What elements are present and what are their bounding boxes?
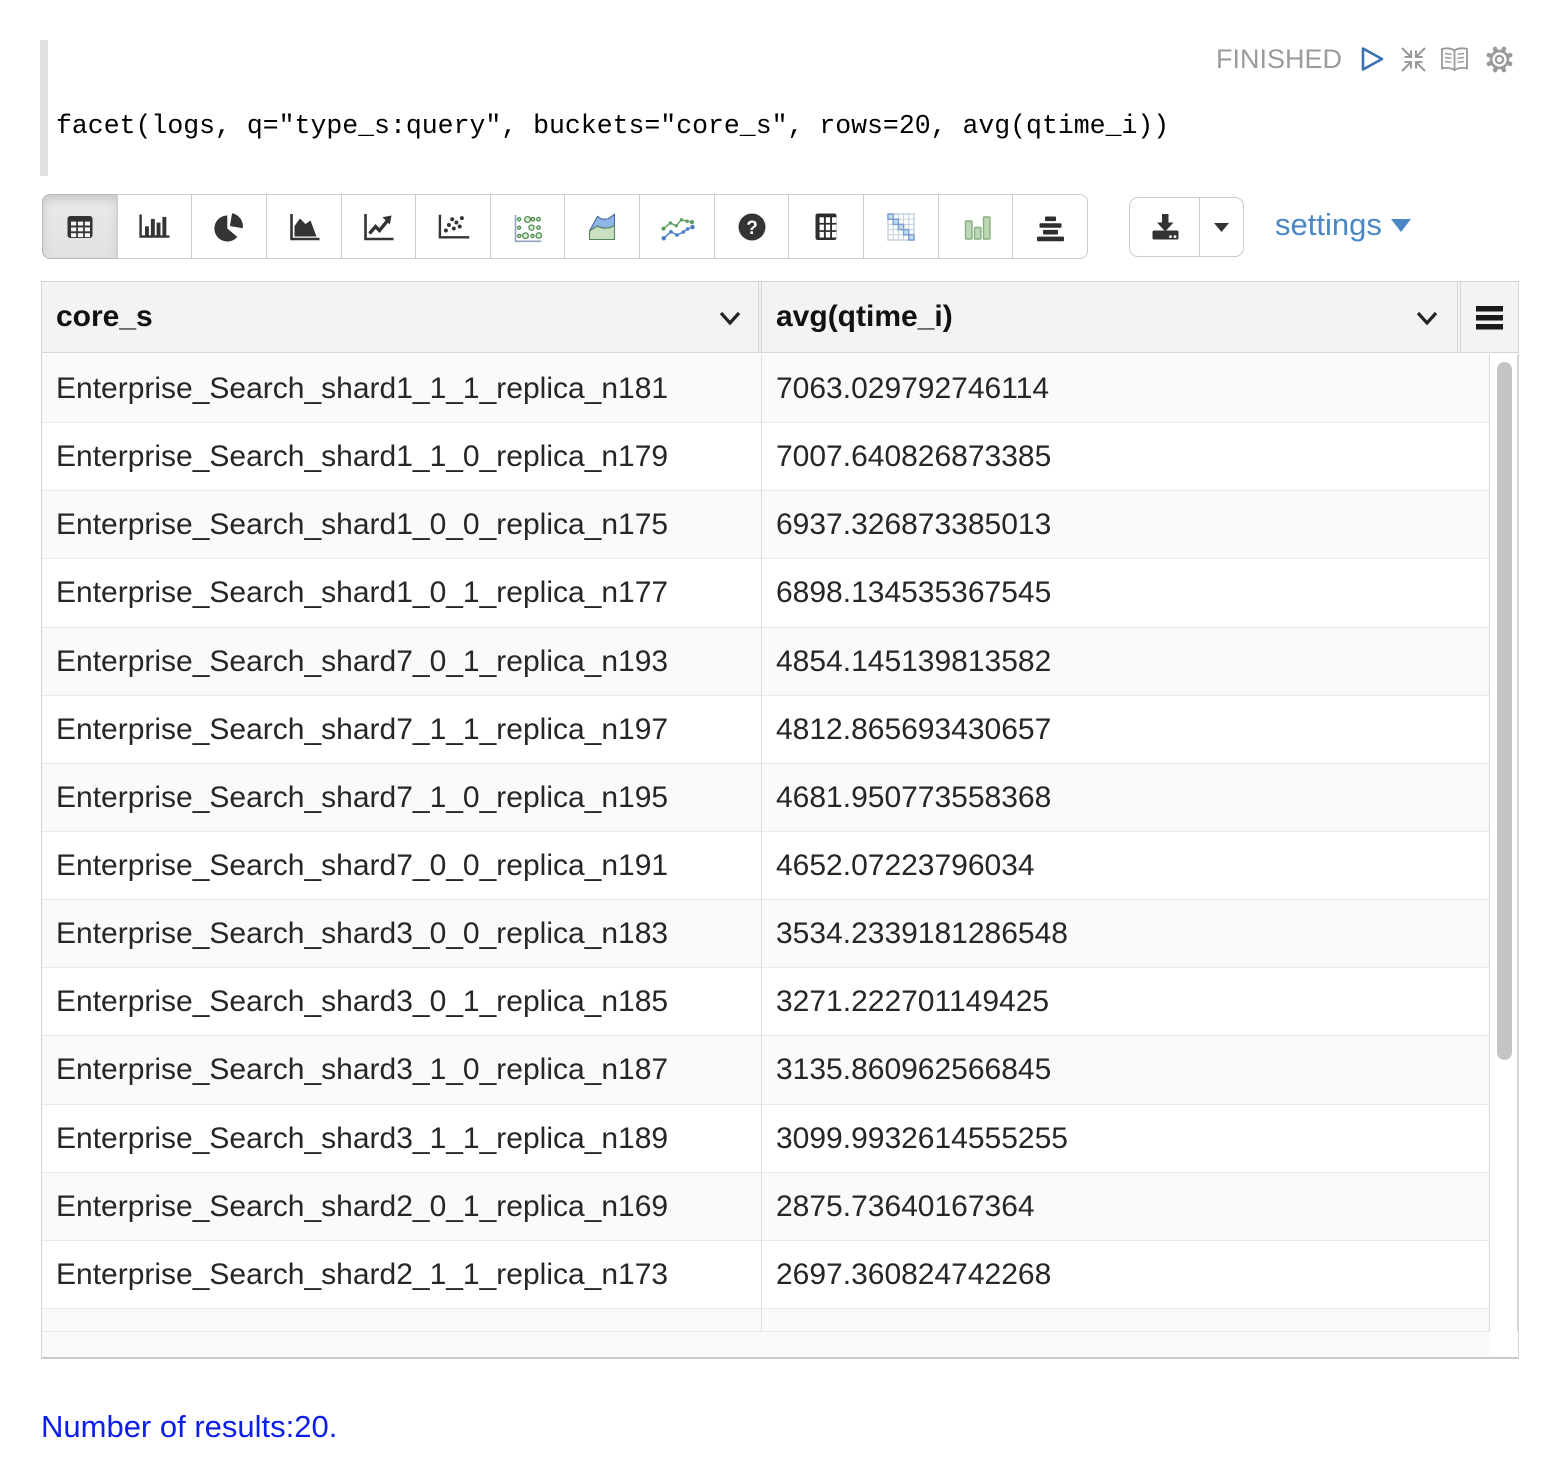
svg-text:?: ? [746, 218, 758, 239]
